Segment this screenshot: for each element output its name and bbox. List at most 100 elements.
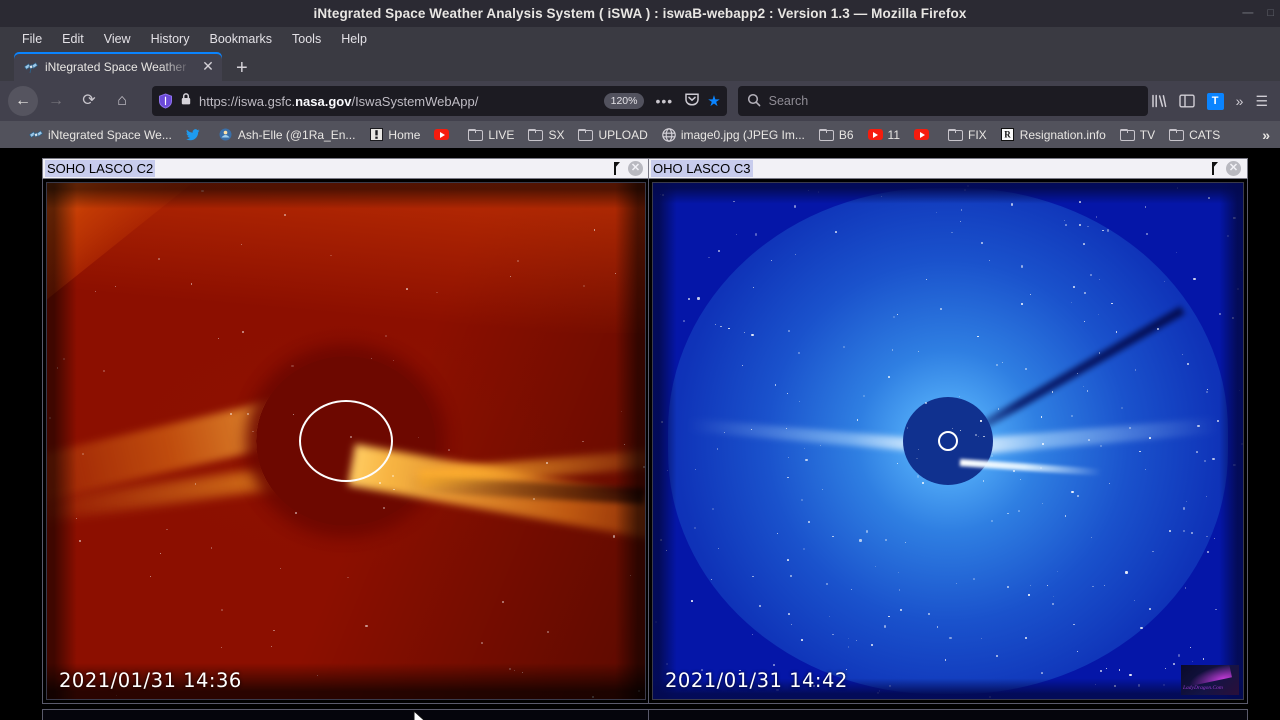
bookmark-youtube-2[interactable] <box>907 127 941 142</box>
menu-edit[interactable]: Edit <box>62 32 84 46</box>
widget-stub-row2-right[interactable] <box>648 709 1248 720</box>
url-text: https://iswa.gsfc.nasa.gov/IswaSystemWeb… <box>199 94 593 109</box>
widget-lasco-c3: OHO LASCO C3 ✕ 2021/01/31 14:42 LadyDrag… <box>648 158 1248 704</box>
minimize-button[interactable]: — <box>1242 8 1253 19</box>
widget-lasco-c2: SOHO LASCO C2 ✕ 2021/01/31 14:36 <box>42 158 650 704</box>
menu-file[interactable]: File <box>22 32 42 46</box>
bookmark-folder-fix[interactable]: FIX <box>941 126 994 144</box>
search-icon <box>747 93 761 110</box>
search-input[interactable]: Search <box>769 94 809 108</box>
padlock-icon[interactable] <box>180 92 192 111</box>
zoom-level-badge[interactable]: 120% <box>603 93 645 109</box>
widget-title-c3[interactable]: OHO LASCO C3 <box>651 160 753 177</box>
close-icon[interactable]: ✕ <box>1226 161 1241 176</box>
menu-view[interactable]: View <box>104 32 131 46</box>
bookmark-label: image0.jpg (JPEG Im... <box>680 127 805 142</box>
bookmark-folder-upload[interactable]: UPLOAD <box>571 126 654 144</box>
widget-header-c3[interactable]: OHO LASCO C3 ✕ <box>648 158 1248 179</box>
bookmark-twitter[interactable] <box>179 126 212 144</box>
bookmark-label: iNtegrated Space We... <box>48 127 172 142</box>
bookmark-resignation-info[interactable]: R Resignation.info <box>994 126 1113 144</box>
search-bar[interactable]: Search <box>737 86 1148 116</box>
close-icon[interactable]: ✕ <box>628 161 643 176</box>
lasco-c2-image[interactable]: 2021/01/31 14:36 <box>46 182 646 700</box>
tracking-protection-shield-icon[interactable] <box>158 93 173 109</box>
folder-icon <box>1119 128 1135 141</box>
lasco-c3-image[interactable]: 2021/01/31 14:42 LadyDragon.Com <box>652 182 1244 700</box>
bookmark-star-icon[interactable]: ★ <box>707 92 720 110</box>
new-tab-button[interactable]: + <box>236 58 248 78</box>
page-actions-button[interactable]: ••• <box>651 93 677 109</box>
extension-badge[interactable]: T <box>1206 92 1224 110</box>
window-controls: — □ <box>1242 0 1274 27</box>
bookmarks-overflow-button[interactable]: » <box>1262 127 1276 143</box>
c3-frame-vignette <box>653 183 1243 699</box>
folder-icon <box>468 128 484 141</box>
bookmark-label: UPLOAD <box>598 127 648 142</box>
folder-icon <box>578 128 594 141</box>
bookmark-label: 11 <box>887 127 901 142</box>
widget-header-c2[interactable]: SOHO LASCO C2 ✕ <box>42 158 650 179</box>
resize-pointer-icon[interactable] <box>613 162 622 175</box>
ladydragon-watermark: LadyDragon.Com <box>1181 665 1239 695</box>
bookmark-label: TV <box>1139 127 1156 142</box>
pocket-icon[interactable] <box>684 91 700 112</box>
bookmark-iswa[interactable]: iNtegrated Space We... <box>22 126 179 144</box>
widget-stub-row2-left[interactable] <box>42 709 650 720</box>
folder-icon <box>818 128 834 141</box>
window-titlebar: iNtegrated Space Weather Analysis System… <box>0 0 1280 27</box>
maximize-button[interactable]: □ <box>1267 8 1274 19</box>
bookmark-folder-b6[interactable]: B6 <box>812 126 861 144</box>
bookmark-youtube-1[interactable] <box>427 127 461 142</box>
bookmark-label: FIX <box>968 127 987 142</box>
bookmark-label: Ash-Elle (@1Ra_En... <box>237 127 356 142</box>
watermark-text: LadyDragon.Com <box>1183 685 1223 691</box>
menu-bar: File Edit View History Bookmarks Tools H… <box>0 27 1280 50</box>
overflow-menu-button[interactable]: » <box>1236 93 1244 109</box>
reload-button[interactable]: ⟳ <box>74 86 104 116</box>
back-button[interactable]: ← <box>8 86 38 116</box>
library-icon[interactable] <box>1151 94 1167 108</box>
widget-title-c2[interactable]: SOHO LASCO C2 <box>45 160 156 177</box>
bookmark-label: Resignation.info <box>1019 127 1106 142</box>
menu-history[interactable]: History <box>151 32 190 46</box>
menu-tools[interactable]: Tools <box>292 32 321 46</box>
youtube-icon <box>914 129 930 140</box>
tab-strip: iNtegrated Space Weather ✕ + <box>0 50 1280 81</box>
forward-button[interactable]: → <box>41 86 71 116</box>
watermark-swoosh <box>1186 665 1232 687</box>
bookmark-youtube-11[interactable]: 11 <box>861 126 907 144</box>
tab-close-icon[interactable]: ✕ <box>200 58 216 75</box>
firefox-window: iNtegrated Space Weather Analysis System… <box>0 0 1280 720</box>
widget-body-c3: 2021/01/31 14:42 LadyDragon.Com <box>648 179 1248 704</box>
tab-iswa[interactable]: iNtegrated Space Weather ✕ <box>14 52 222 81</box>
c3-timestamp: 2021/01/31 14:42 <box>665 669 848 692</box>
folder-icon <box>528 128 544 141</box>
profile-icon <box>219 128 233 142</box>
bookmark-ash-elle[interactable]: Ash-Elle (@1Ra_En... <box>212 126 363 144</box>
hamburger-menu-icon[interactable]: ☰ <box>1255 93 1268 110</box>
window-title: iNtegrated Space Weather Analysis System… <box>313 6 967 21</box>
resize-pointer-icon[interactable] <box>1211 162 1220 175</box>
url-prefix: https://iswa.gsfc. <box>199 93 296 109</box>
bookmark-home[interactable]: Home <box>362 126 427 144</box>
bookmark-folder-tv[interactable]: TV <box>1113 126 1162 144</box>
home-button[interactable]: ⌂ <box>107 86 137 116</box>
navigation-toolbar: ← → ⟳ ⌂ https://iswa.gsfc.nasa.gov/IswaS… <box>0 81 1280 121</box>
bookmark-label: LIVE <box>488 127 515 142</box>
bookmark-label: CATS <box>1189 127 1221 142</box>
twitter-icon <box>185 128 200 142</box>
bookmark-image0[interactable]: image0.jpg (JPEG Im... <box>655 126 812 144</box>
sidebar-icon[interactable] <box>1178 94 1195 108</box>
c2-timestamp: 2021/01/31 14:36 <box>59 669 242 692</box>
r-favicon-icon: R <box>1001 128 1015 142</box>
bookmark-folder-live[interactable]: LIVE <box>461 126 521 144</box>
bookmark-folder-sx[interactable]: SX <box>521 126 571 144</box>
menu-help[interactable]: Help <box>341 32 367 46</box>
tab-label: iNtegrated Space Weather <box>45 59 187 74</box>
bookmark-folder-cats[interactable]: CATS <box>1162 126 1227 144</box>
youtube-icon <box>867 129 883 140</box>
folder-icon <box>948 128 964 141</box>
menu-bookmarks[interactable]: Bookmarks <box>209 32 272 46</box>
address-bar[interactable]: https://iswa.gsfc.nasa.gov/IswaSystemWeb… <box>152 86 727 116</box>
